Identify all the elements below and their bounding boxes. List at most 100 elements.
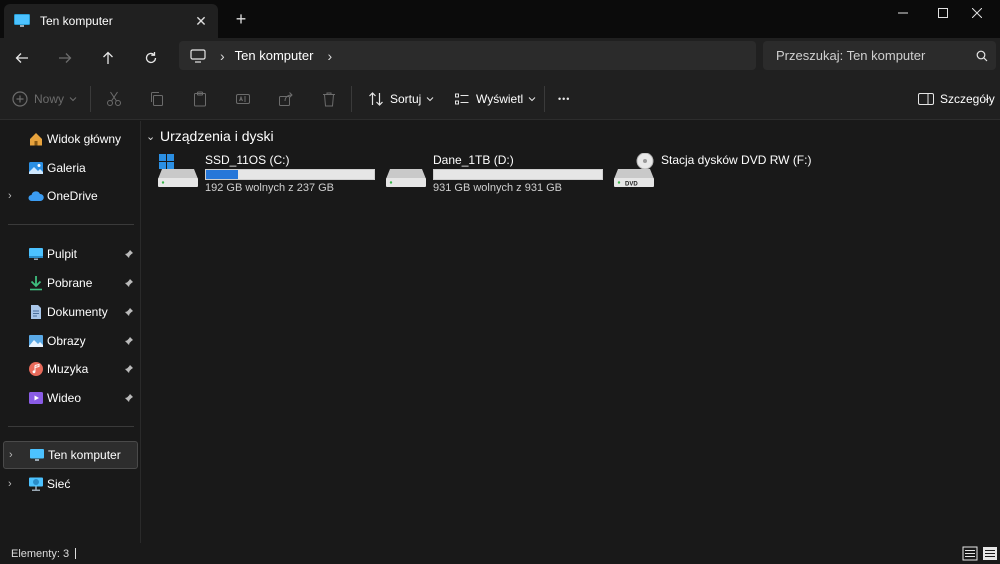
pin-icon[interactable] — [124, 336, 134, 346]
chevron-down-icon — [427, 97, 434, 102]
drive-usage-bar — [433, 169, 603, 180]
minimize-icon — [898, 12, 908, 14]
group-title: Urządzenia i dyski — [160, 128, 274, 144]
chevron-down-icon — [528, 97, 536, 102]
tab-title: Ten komputer — [40, 14, 113, 28]
sidebar-item-dokumenty[interactable]: Dokumenty — [3, 298, 138, 326]
share-icon — [279, 92, 293, 106]
scissors-icon — [107, 91, 121, 106]
more-options-button[interactable]: ••• — [558, 87, 570, 111]
sidebar-item-label: Sieć — [47, 477, 71, 491]
sidebar-item-label: Muzyka — [47, 362, 89, 376]
dvd-label: DVD — [625, 182, 638, 188]
computer-icon — [14, 14, 30, 27]
pin-icon[interactable] — [124, 249, 134, 259]
new-button-label: Nowy — [34, 92, 65, 106]
sidebar-divider — [8, 224, 134, 225]
drive-free-space: 192 GB wolnych z 237 GB — [205, 182, 335, 194]
toolbar-divider — [544, 86, 545, 112]
chevron-down-icon — [69, 97, 77, 102]
computer-icon — [30, 449, 44, 461]
search-box[interactable]: Przeszukaj: Ten komputer — [763, 41, 996, 70]
search-icon[interactable] — [968, 42, 996, 70]
expand-chevron[interactable]: › — [8, 478, 18, 490]
view-button-label: Wyświetl — [476, 92, 524, 106]
refresh-button[interactable] — [136, 44, 166, 72]
item-count: Elementy: 3 — [11, 547, 70, 560]
rename-button[interactable] — [235, 87, 251, 111]
cut-button[interactable] — [106, 87, 122, 111]
group-header-devices[interactable]: ⌄ Urządzenia i dyski — [146, 128, 274, 144]
new-button[interactable]: Nowy — [12, 87, 77, 111]
sidebar-item-label: Wideo — [47, 391, 82, 405]
close-icon — [972, 8, 982, 18]
download-icon — [30, 276, 42, 291]
breadcrumb-trailing-chevron[interactable]: › — [327, 48, 332, 64]
sort-icon — [369, 92, 383, 106]
pin-icon[interactable] — [124, 364, 134, 374]
sort-button-label: Sortuj — [390, 92, 422, 106]
toolbar-divider — [351, 86, 352, 112]
paste-button[interactable] — [192, 87, 208, 111]
copy-button[interactable] — [149, 87, 165, 111]
address-bar[interactable]: › Ten komputer › — [179, 41, 756, 70]
details-label: Szczegóły — [940, 92, 995, 106]
sidebar-item-wideo[interactable]: Wideo — [3, 384, 138, 412]
close-window-button[interactable] — [954, 0, 1000, 26]
pin-icon[interactable] — [124, 278, 134, 288]
new-tab-button[interactable]: + — [230, 8, 252, 30]
details-pane-button[interactable]: Szczegóły — [918, 87, 995, 111]
details-view-icon[interactable] — [962, 546, 978, 561]
plus-circle-icon — [12, 91, 28, 107]
drive-name: Stacja dysków DVD RW (F:) — [661, 153, 812, 167]
refresh-icon — [145, 52, 157, 64]
address-row: › Ten komputer › Przeszukaj: Ten kompute… — [0, 38, 1000, 78]
tiles-view-icon[interactable] — [982, 546, 998, 561]
drive-usage-fill — [206, 170, 238, 179]
sidebar-item-network[interactable]: › Sieć — [3, 470, 138, 498]
navigation-pane: Widok główny Galeria › OneDrive Pulpit P… — [0, 121, 141, 543]
pin-icon[interactable] — [124, 393, 134, 403]
sidebar-item-pulpit[interactable]: Pulpit — [3, 240, 138, 268]
drive-name: SSD_11OS (C:) — [205, 153, 290, 167]
chevron-down-icon[interactable]: ⌄ — [146, 130, 160, 143]
sidebar-item-gallery[interactable]: Galeria — [3, 154, 138, 182]
breadcrumb-chevron[interactable]: › — [220, 48, 225, 64]
sidebar-item-obrazy[interactable]: Obrazy — [3, 327, 138, 355]
forward-button[interactable] — [50, 44, 80, 72]
document-icon — [31, 305, 41, 319]
sidebar-item-label: Widok główny — [47, 132, 122, 146]
toolbar-divider — [90, 86, 91, 112]
pin-icon[interactable] — [124, 307, 134, 317]
view-button[interactable]: Wyświetl — [454, 87, 536, 111]
search-input[interactable]: Przeszukaj: Ten komputer — [776, 48, 968, 63]
drive-item-d[interactable]: Dane_1TB (D:) 931 GB wolnych z 931 GB — [386, 151, 606, 197]
expand-chevron[interactable]: › — [8, 190, 18, 202]
maximize-icon — [938, 8, 948, 18]
status-bar: Elementy: 3 — [0, 543, 1000, 564]
content-pane: ⌄ Urządzenia i dyski SSD_11OS (C:) 192 G… — [142, 121, 1000, 543]
sidebar-item-home[interactable]: Widok główny — [3, 125, 138, 153]
sidebar-item-onedrive[interactable]: › OneDrive — [3, 182, 138, 210]
breadcrumb-location[interactable]: Ten komputer — [235, 48, 314, 63]
drive-name: Dane_1TB (D:) — [433, 153, 514, 167]
arrow-up-icon — [103, 51, 113, 64]
arrow-left-icon — [15, 53, 28, 63]
sidebar-item-this-pc[interactable]: › Ten komputer — [3, 441, 138, 469]
drive-usage-bar — [205, 169, 375, 180]
sidebar-item-muzyka[interactable]: Muzyka — [3, 355, 138, 383]
tab-close-button[interactable]: ✕ — [190, 10, 212, 32]
share-button[interactable] — [278, 87, 294, 111]
dvd-drive-icon: DVD — [614, 153, 654, 188]
drive-item-c[interactable]: SSD_11OS (C:) 192 GB wolnych z 237 GB — [158, 151, 378, 197]
sidebar-item-pobrane[interactable]: Pobrane — [3, 269, 138, 297]
back-button[interactable] — [7, 44, 37, 72]
sort-button[interactable]: Sortuj — [368, 87, 434, 111]
tab-ten-komputer[interactable]: Ten komputer ✕ — [4, 4, 218, 38]
music-icon — [29, 362, 43, 376]
expand-chevron[interactable]: › — [9, 449, 19, 461]
status-divider — [75, 548, 77, 559]
delete-button[interactable] — [321, 87, 337, 111]
drive-item-dvd[interactable]: DVD Stacja dysków DVD RW (F:) — [614, 151, 834, 197]
up-button[interactable] — [93, 44, 123, 72]
